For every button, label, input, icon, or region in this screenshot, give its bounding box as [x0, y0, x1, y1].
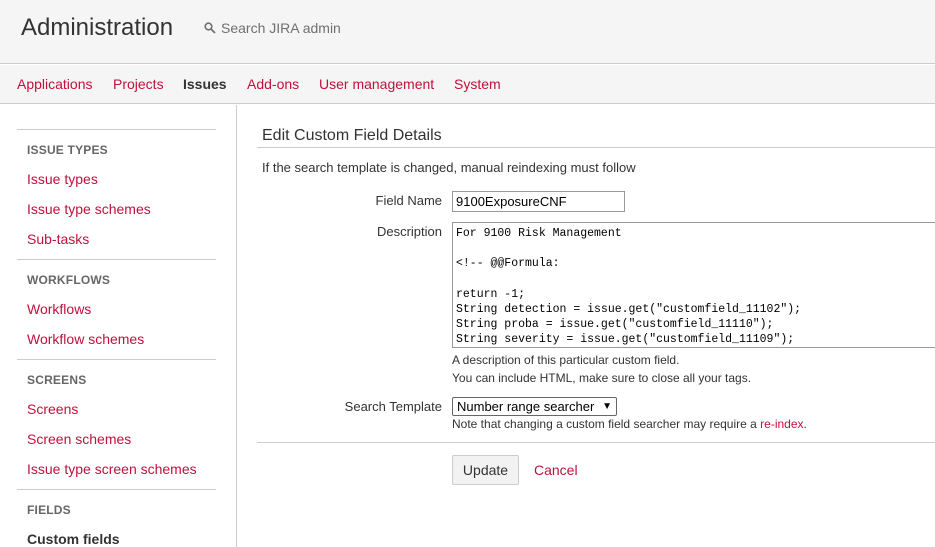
cancel-link[interactable]: Cancel: [534, 462, 578, 478]
sidebar-item-issue-type-schemes[interactable]: Issue type schemes: [27, 201, 151, 217]
section-heading-screens: SCREENS: [27, 373, 87, 387]
divider: [17, 359, 216, 360]
search-help-text: Note that changing a custom field search…: [452, 417, 761, 431]
divider: [257, 442, 935, 443]
description-line: For 9100 Risk Management: [456, 227, 622, 240]
admin-search[interactable]: Search JIRA admin: [204, 20, 341, 36]
description-textarea[interactable]: For 9100 Risk Management <!-- @@Formula:…: [452, 222, 935, 348]
description-label: Description: [376, 224, 442, 239]
description-line: String detection = issue.get("customfiel…: [456, 302, 802, 316]
tab-add-ons[interactable]: Add-ons: [247, 76, 299, 92]
field-name-label: Field Name: [375, 193, 442, 208]
divider: [257, 147, 935, 148]
re-index-link[interactable]: re-index: [760, 417, 803, 431]
sidebar-item-issue-type-screen-schemes[interactable]: Issue type screen schemes: [27, 461, 197, 477]
divider: [17, 489, 216, 490]
sidebar-item-custom-fields[interactable]: Custom fields: [27, 531, 120, 547]
section-heading-workflows: WORKFLOWS: [27, 273, 111, 287]
search-template-select[interactable]: Number range searcher ▼: [452, 397, 617, 416]
divider: [17, 129, 216, 130]
section-heading-issue-types: ISSUE TYPES: [27, 143, 108, 157]
tab-applications[interactable]: Applications: [17, 76, 93, 92]
description-line: String severity = issue.get("customfield…: [456, 333, 795, 347]
form-title: Edit Custom Field Details: [262, 127, 442, 144]
section-heading-fields: FIELDS: [27, 503, 71, 517]
description-line: <!-- @@Formula:: [456, 257, 560, 271]
search-help-suffix: .: [803, 417, 807, 431]
sidebar-item-sub-tasks[interactable]: Sub-tasks: [27, 231, 89, 247]
field-name-input[interactable]: [452, 191, 625, 212]
description-line: return -1;: [456, 287, 526, 301]
search-placeholder: Search JIRA admin: [221, 20, 341, 36]
tab-issues[interactable]: Issues: [183, 76, 227, 92]
search-template-value: Number range searcher: [457, 399, 595, 414]
tab-projects[interactable]: Projects: [113, 76, 164, 92]
admin-header: Administration Search JIRA admin: [0, 0, 935, 64]
divider: [17, 259, 216, 260]
sidebar-item-workflows[interactable]: Workflows: [27, 301, 91, 317]
admin-nav: Applications Projects Issues Add-ons Use…: [0, 65, 935, 104]
sidebar-item-workflow-schemes[interactable]: Workflow schemes: [27, 331, 144, 347]
search-template-help: Note that changing a custom field search…: [452, 417, 807, 431]
update-button[interactable]: Update: [452, 455, 519, 485]
description-help-1: A description of this particular custom …: [452, 353, 680, 367]
main-content: Edit Custom Field Details If the search …: [237, 105, 935, 547]
sidebar: ISSUE TYPES Issue types Issue type schem…: [0, 105, 237, 547]
description-line: [456, 241, 934, 256]
description-line: [456, 272, 934, 287]
sidebar-item-issue-types[interactable]: Issue types: [27, 171, 98, 187]
search-icon: [204, 22, 216, 34]
description-line: String proba = issue.get("customfield_11…: [456, 318, 774, 332]
search-template-label: Search Template: [344, 399, 442, 414]
tab-user-management[interactable]: User management: [319, 76, 434, 92]
sidebar-item-screens[interactable]: Screens: [27, 401, 78, 417]
caret-down-icon: ▼: [602, 401, 612, 412]
description-help-2: You can include HTML, make sure to close…: [452, 371, 752, 385]
tab-system[interactable]: System: [454, 76, 501, 92]
page-title: Administration: [21, 14, 174, 41]
sidebar-item-screen-schemes[interactable]: Screen schemes: [27, 431, 131, 447]
reindex-notice: If the search template is changed, manua…: [262, 160, 636, 175]
